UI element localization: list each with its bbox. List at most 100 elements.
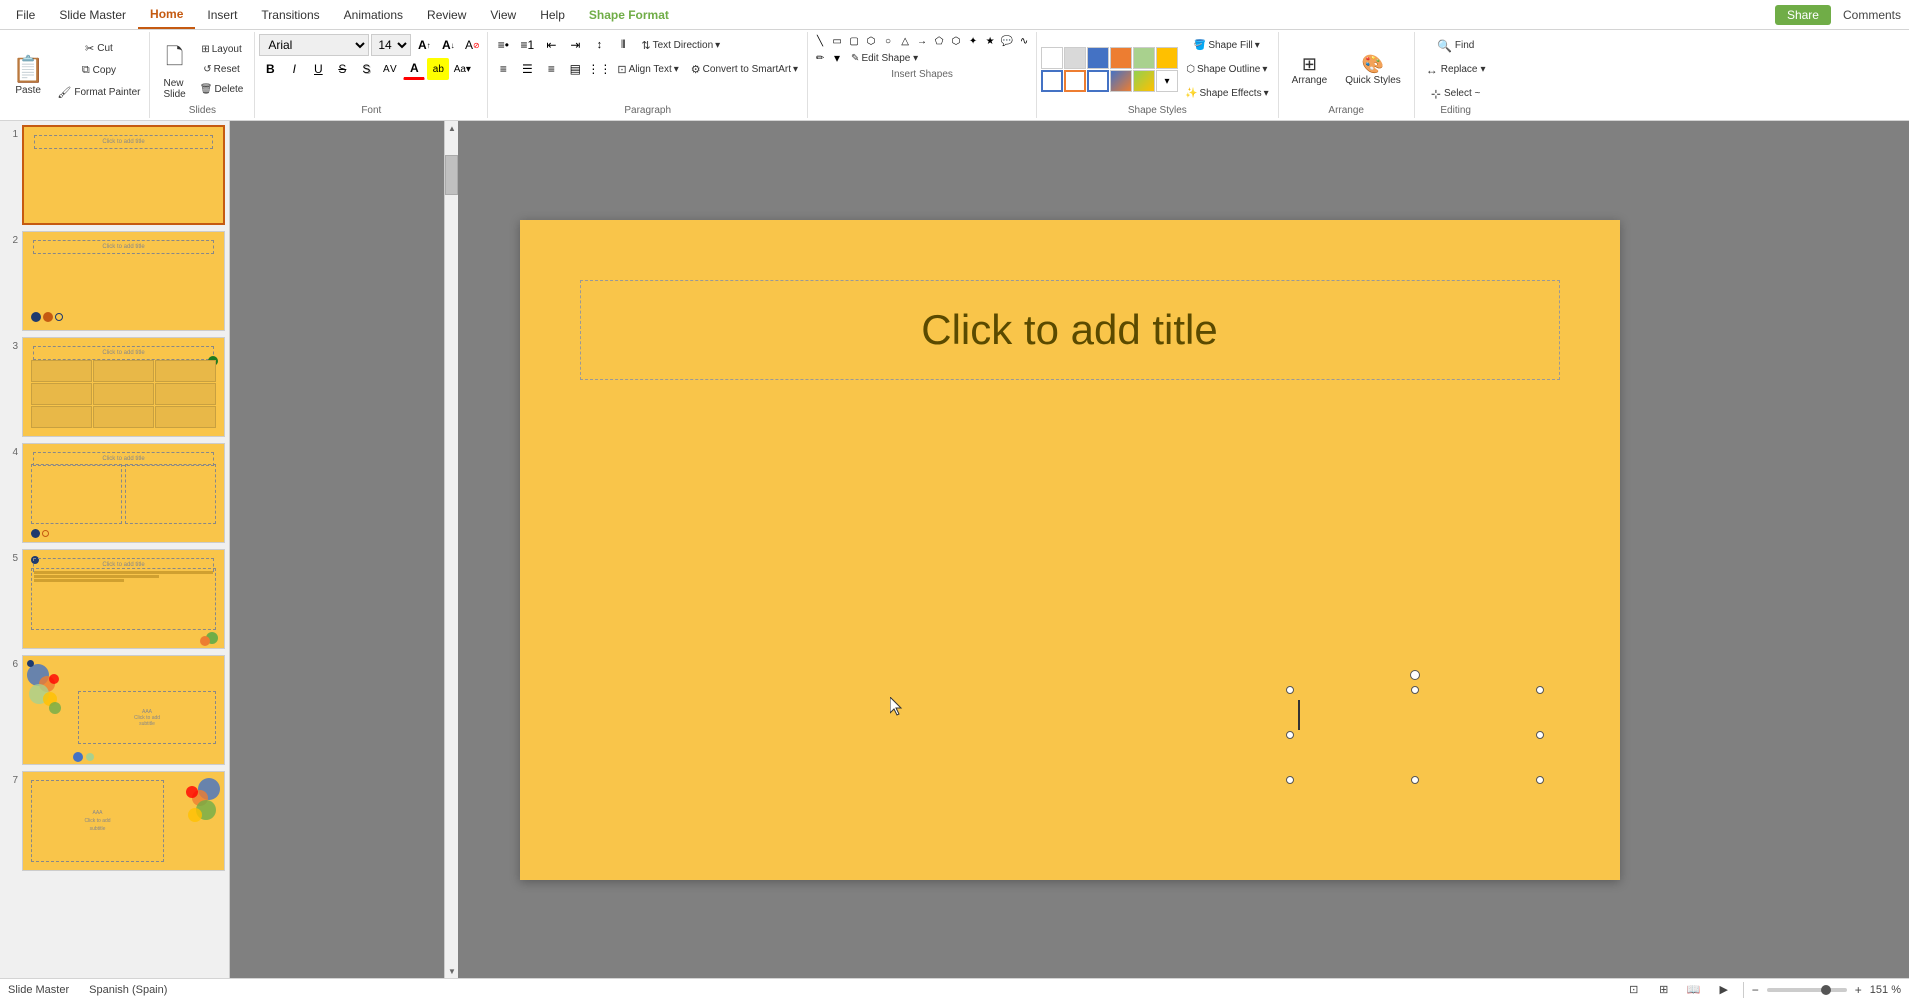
slide-thumb-5[interactable]: 5 Click to add title (4, 549, 225, 649)
shape-star5-icon[interactable]: ★ (982, 34, 998, 48)
tab-transitions[interactable]: Transitions (249, 0, 331, 29)
copy-button[interactable]: ⧉ Copy (52, 60, 145, 80)
select-button[interactable]: ⊹ Select ~ (1421, 83, 1491, 105)
slide-content-area[interactable]: ▲ ▼ Click to add title (230, 121, 1909, 978)
tab-home[interactable]: Home (138, 0, 195, 29)
new-slide-button[interactable]: 🗋 NewSlide (156, 35, 192, 105)
slide-thumb-1[interactable]: 1 Click to add title (4, 125, 225, 225)
shape-outline-button[interactable]: ⬡ Shape Outline ▾ (1180, 60, 1274, 80)
paste-button[interactable]: 📋 Paste (4, 34, 52, 116)
shape-snip-rect-icon[interactable]: ⬡ (863, 34, 879, 48)
handle-tc[interactable] (1411, 686, 1419, 694)
underline-button[interactable]: U (307, 58, 329, 80)
justify-button[interactable]: ▤ (564, 58, 586, 80)
arrange-button[interactable]: ⊞ Arrange (1285, 41, 1335, 99)
handle-mr[interactable] (1536, 731, 1544, 739)
rotate-handle[interactable] (1410, 670, 1420, 680)
slide-thumb-7[interactable]: 7 AAA Click to add subtitle (4, 771, 225, 871)
reading-view-button[interactable]: 📖 (1683, 981, 1705, 999)
style-swatch-4[interactable] (1110, 47, 1132, 69)
align-left-button[interactable]: ≡ (492, 58, 514, 80)
case-button[interactable]: Aa▾ (451, 58, 473, 80)
zoom-in-button[interactable]: + (1855, 983, 1862, 997)
normal-view-button[interactable]: ⊡ (1623, 981, 1645, 999)
handle-bc[interactable] (1411, 776, 1419, 784)
style-swatch-1[interactable] (1041, 47, 1063, 69)
slide-thumbnail-6[interactable]: AAAClick to addsubtitle (22, 655, 225, 765)
handle-tr[interactable] (1536, 686, 1544, 694)
tab-shape-format[interactable]: Shape Format (577, 0, 681, 29)
slide-thumb-6[interactable]: 6 AAAClick to addsubtitle (4, 655, 225, 765)
style-swatch-3[interactable] (1087, 47, 1109, 69)
edit-shape-button[interactable]: ✎ Edit Shape ▾ (846, 49, 923, 67)
font-color-button[interactable]: A (403, 58, 425, 80)
scroll-up-button[interactable]: ▲ (445, 121, 459, 135)
tab-insert[interactable]: Insert (195, 0, 249, 29)
font-size-select[interactable]: 14 (371, 34, 411, 56)
slide-thumb-2[interactable]: 2 Click to add title (4, 231, 225, 331)
style-swatch-11[interactable] (1133, 70, 1155, 92)
presentation-view-button[interactable]: ▶ (1713, 981, 1735, 999)
slide-thumb-4[interactable]: 4 Click to add title (4, 443, 225, 543)
smartart-columns-button[interactable]: ⋮⋮ (588, 58, 610, 80)
shape-hexagon-icon[interactable]: ⬡ (948, 34, 964, 48)
shape-freeform-icon[interactable]: ✏ (812, 51, 828, 65)
strikethrough-button[interactable]: S (331, 58, 353, 80)
scroll-down-button[interactable]: ▼ (445, 964, 459, 978)
font-family-select[interactable]: Arial (259, 34, 369, 56)
share-button[interactable]: Share (1775, 5, 1831, 25)
increase-indent-button[interactable]: ⇥ (564, 34, 586, 56)
line-spacing-button[interactable]: ↕ (588, 34, 610, 56)
shape-callout-icon[interactable]: 💬 (999, 34, 1015, 48)
columns-button[interactable]: ⫴ (612, 34, 634, 56)
style-more-button[interactable]: ▾ (1156, 70, 1178, 92)
zoom-out-button[interactable]: − (1752, 983, 1759, 997)
slide-thumbnail-7[interactable]: AAA Click to add subtitle (22, 771, 225, 871)
shape-pentagon-icon[interactable]: ⬠ (931, 34, 947, 48)
zoom-percent[interactable]: 151 % (1870, 984, 1901, 996)
shape-triangle-icon[interactable]: △ (897, 34, 913, 48)
shrink-font-button[interactable]: A↓ (437, 34, 459, 56)
style-swatch-5[interactable] (1133, 47, 1155, 69)
find-button[interactable]: 🔍 Find (1421, 35, 1491, 57)
shape-rounded-rect-icon[interactable]: ▢ (846, 34, 862, 48)
tab-slide-master[interactable]: Slide Master (47, 0, 138, 29)
slide-thumbnail-4[interactable]: Click to add title (22, 443, 225, 543)
style-swatch-10[interactable] (1110, 70, 1132, 92)
tab-help[interactable]: Help (528, 0, 577, 29)
handle-ml[interactable] (1286, 731, 1294, 739)
zoom-slider-thumb[interactable] (1821, 985, 1831, 995)
convert-smartart-button[interactable]: ⚙ Convert to SmartArt ▾ (686, 60, 803, 78)
slide-canvas[interactable]: Click to add title (520, 220, 1620, 880)
shape-rect-icon[interactable]: ▭ (829, 34, 845, 48)
bold-button[interactable]: B (259, 58, 281, 80)
style-swatch-6[interactable] (1156, 47, 1178, 69)
slide-thumbnail-3[interactable]: Click to add title (22, 337, 225, 437)
tab-review[interactable]: Review (415, 0, 478, 29)
handle-bl[interactable] (1286, 776, 1294, 784)
grow-font-button[interactable]: A↑ (413, 34, 435, 56)
slide-title-placeholder[interactable]: Click to add title (580, 280, 1560, 380)
comments-button[interactable]: Comments (1843, 8, 1901, 22)
clear-format-button[interactable]: A⊘ (461, 34, 483, 56)
tab-animations[interactable]: Animations (332, 0, 415, 29)
highlight-button[interactable]: ab (427, 58, 449, 80)
reset-button[interactable]: ↺ Reset (195, 61, 249, 79)
scroll-thumb[interactable] (445, 155, 458, 195)
text-direction-button[interactable]: ⇅ Text Direction ▾ (636, 36, 725, 54)
align-text-button[interactable]: ⊡ Align Text ▾ (612, 60, 683, 78)
shape-star4-icon[interactable]: ✦ (965, 34, 981, 48)
shape-fill-button[interactable]: 🪣 Shape Fill ▾ (1180, 36, 1274, 56)
delete-button[interactable]: 🗑 Delete (195, 81, 249, 99)
quick-styles-button[interactable]: 🎨 Quick Styles (1338, 41, 1408, 99)
replace-button[interactable]: ↔ Replace ▾ (1421, 59, 1491, 81)
char-spacing-button[interactable]: AV (379, 58, 401, 80)
numbered-button[interactable]: ≡1 (516, 34, 538, 56)
shape-effects-button[interactable]: ✨ Shape Effects ▾ (1180, 84, 1274, 104)
shape-right-arrow-icon[interactable]: → (914, 34, 930, 48)
italic-button[interactable]: I (283, 58, 305, 80)
layout-button[interactable]: ⊞ Layout (195, 41, 249, 59)
align-right-button[interactable]: ≡ (540, 58, 562, 80)
style-swatch-9[interactable] (1087, 70, 1109, 92)
shape-more-icon[interactable]: ▾ (829, 51, 845, 65)
